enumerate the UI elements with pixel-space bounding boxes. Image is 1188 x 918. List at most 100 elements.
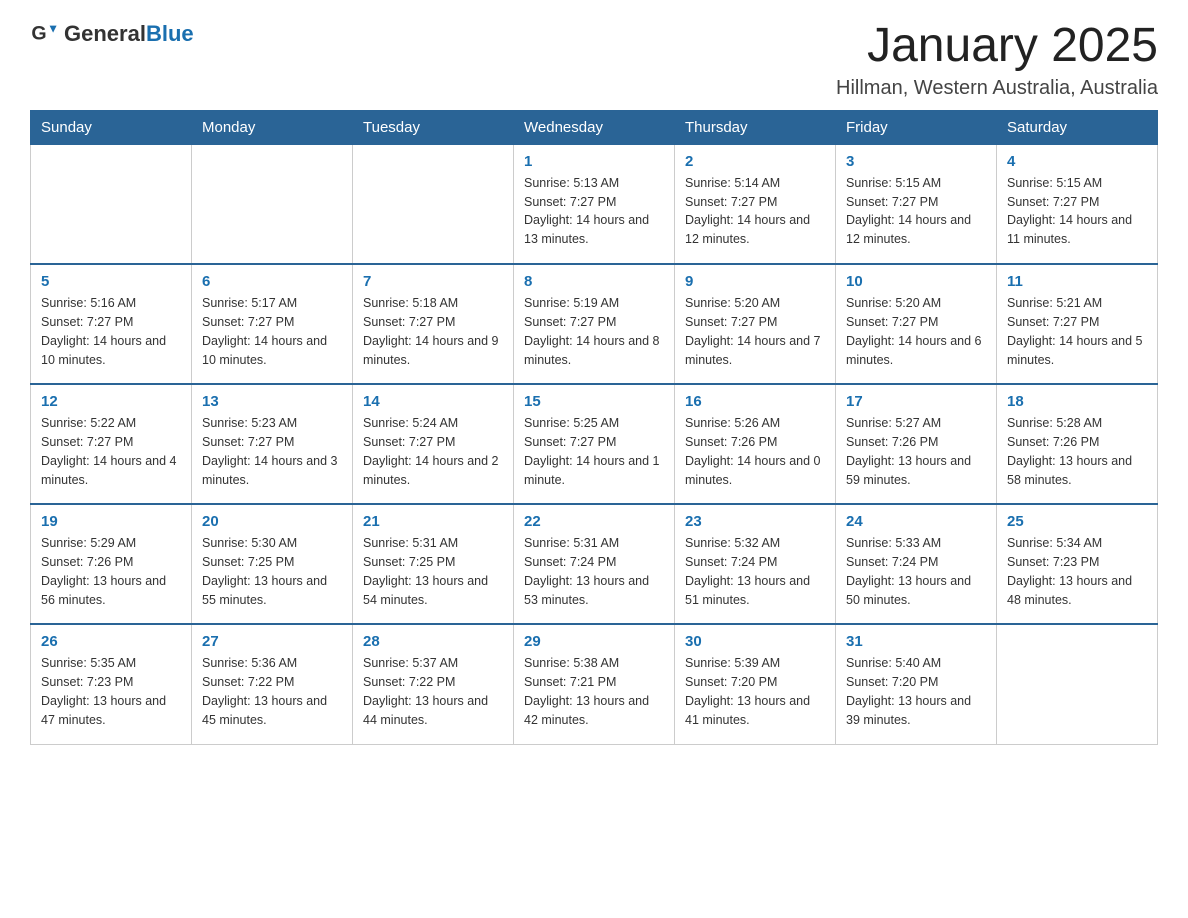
calendar-table: SundayMondayTuesdayWednesdayThursdayFrid… xyxy=(30,110,1158,745)
day-info: Sunrise: 5:18 AM Sunset: 7:27 PM Dayligh… xyxy=(363,294,503,369)
calendar-cell: 22Sunrise: 5:31 AM Sunset: 7:24 PM Dayli… xyxy=(514,504,675,624)
calendar-cell: 24Sunrise: 5:33 AM Sunset: 7:24 PM Dayli… xyxy=(836,504,997,624)
day-number: 19 xyxy=(41,513,181,530)
calendar-cell: 19Sunrise: 5:29 AM Sunset: 7:26 PM Dayli… xyxy=(31,504,192,624)
calendar-cell: 31 Sunrise: 5:40 AM Sunset: 7:20 PM Dayli… xyxy=(836,624,997,744)
calendar-cell: 12 Sunrise: 5:22 AM Sunset: 7:27 PM Dayli… xyxy=(31,384,192,504)
calendar-cell: 15Sunrise: 5:25 AM Sunset: 7:27 PM Dayli… xyxy=(514,384,675,504)
day-number: 14 xyxy=(363,393,503,410)
day-info: Sunrise: 5:25 AM Sunset: 7:27 PM Dayligh… xyxy=(524,414,664,489)
calendar-header-tuesday: Tuesday xyxy=(353,110,514,144)
calendar-cell: 18 Sunrise: 5:28 AM Sunset: 7:26 PM Dayli… xyxy=(997,384,1158,504)
day-info: Sunrise: 5:13 AM Sunset: 7:27 PM Dayligh… xyxy=(524,174,664,249)
day-number: 17 xyxy=(846,393,986,410)
day-number: 25 xyxy=(1007,513,1147,530)
calendar-cell: 28 Sunrise: 5:37 AM Sunset: 7:22 PM Dayli… xyxy=(353,624,514,744)
day-info: Sunrise: 5:31 AM Sunset: 7:24 PM Dayligh… xyxy=(524,534,664,609)
day-number: 12 xyxy=(41,393,181,410)
day-info: Sunrise: 5:22 AM Sunset: 7:27 PM Dayligh… xyxy=(41,414,181,489)
logo-blue-text: Blue xyxy=(146,21,194,46)
calendar-cell: 26 Sunrise: 5:35 AM Sunset: 7:23 PM Dayli… xyxy=(31,624,192,744)
day-number: 1 xyxy=(524,153,664,170)
day-info: Sunrise: 5:36 AM Sunset: 7:22 PM Dayligh… xyxy=(202,654,342,729)
day-number: 7 xyxy=(363,273,503,290)
calendar-cell: 13 Sunrise: 5:23 AM Sunset: 7:27 PM Dayli… xyxy=(192,384,353,504)
day-number: 13 xyxy=(202,393,342,410)
day-number: 6 xyxy=(202,273,342,290)
svg-text:G: G xyxy=(31,23,46,45)
calendar-cell xyxy=(997,624,1158,744)
calendar-cell: 3 Sunrise: 5:15 AM Sunset: 7:27 PM Daylig… xyxy=(836,144,997,264)
day-info: Sunrise: 5:32 AM Sunset: 7:24 PM Dayligh… xyxy=(685,534,825,609)
day-info: Sunrise: 5:27 AM Sunset: 7:26 PM Dayligh… xyxy=(846,414,986,489)
day-info: Sunrise: 5:30 AM Sunset: 7:25 PM Dayligh… xyxy=(202,534,342,609)
calendar-cell: 30Sunrise: 5:39 AM Sunset: 7:20 PM Dayli… xyxy=(675,624,836,744)
day-info: Sunrise: 5:38 AM Sunset: 7:21 PM Dayligh… xyxy=(524,654,664,729)
day-info: Sunrise: 5:24 AM Sunset: 7:27 PM Dayligh… xyxy=(363,414,503,489)
day-info: Sunrise: 5:15 AM Sunset: 7:27 PM Dayligh… xyxy=(1007,174,1147,249)
calendar-cell: 21Sunrise: 5:31 AM Sunset: 7:25 PM Dayli… xyxy=(353,504,514,624)
day-info: Sunrise: 5:34 AM Sunset: 7:23 PM Dayligh… xyxy=(1007,534,1147,609)
calendar-cell: 17 Sunrise: 5:27 AM Sunset: 7:26 PM Dayli… xyxy=(836,384,997,504)
calendar-header-wednesday: Wednesday xyxy=(514,110,675,144)
day-info: Sunrise: 5:37 AM Sunset: 7:22 PM Dayligh… xyxy=(363,654,503,729)
day-info: Sunrise: 5:20 AM Sunset: 7:27 PM Dayligh… xyxy=(685,294,825,369)
calendar-cell: 14 Sunrise: 5:24 AM Sunset: 7:27 PM Dayli… xyxy=(353,384,514,504)
day-info: Sunrise: 5:35 AM Sunset: 7:23 PM Dayligh… xyxy=(41,654,181,729)
day-info: Sunrise: 5:21 AM Sunset: 7:27 PM Dayligh… xyxy=(1007,294,1147,369)
day-info: Sunrise: 5:19 AM Sunset: 7:27 PM Dayligh… xyxy=(524,294,664,369)
day-info: Sunrise: 5:23 AM Sunset: 7:27 PM Dayligh… xyxy=(202,414,342,489)
day-number: 3 xyxy=(846,153,986,170)
calendar-week-row: 5 Sunrise: 5:16 AM Sunset: 7:27 PM Daylig… xyxy=(31,264,1158,384)
day-number: 31 xyxy=(846,633,986,650)
calendar-header-saturday: Saturday xyxy=(997,110,1158,144)
day-number: 10 xyxy=(846,273,986,290)
day-info: Sunrise: 5:40 AM Sunset: 7:20 PM Dayligh… xyxy=(846,654,986,729)
day-number: 4 xyxy=(1007,153,1147,170)
day-number: 26 xyxy=(41,633,181,650)
calendar-header-sunday: Sunday xyxy=(31,110,192,144)
calendar-header-friday: Friday xyxy=(836,110,997,144)
day-info: Sunrise: 5:16 AM Sunset: 7:27 PM Dayligh… xyxy=(41,294,181,369)
calendar-week-row: 12 Sunrise: 5:22 AM Sunset: 7:27 PM Dayli… xyxy=(31,384,1158,504)
day-number: 30 xyxy=(685,633,825,650)
calendar-cell: 7 Sunrise: 5:18 AM Sunset: 7:27 PM Daylig… xyxy=(353,264,514,384)
day-info: Sunrise: 5:31 AM Sunset: 7:25 PM Dayligh… xyxy=(363,534,503,609)
day-info: Sunrise: 5:28 AM Sunset: 7:26 PM Dayligh… xyxy=(1007,414,1147,489)
calendar-header-thursday: Thursday xyxy=(675,110,836,144)
calendar-cell: 6 Sunrise: 5:17 AM Sunset: 7:27 PM Daylig… xyxy=(192,264,353,384)
calendar-cell: 29 Sunrise: 5:38 AM Sunset: 7:21 PM Dayli… xyxy=(514,624,675,744)
calendar-cell: 20 Sunrise: 5:30 AM Sunset: 7:25 PM Dayli… xyxy=(192,504,353,624)
logo: G GeneralBlue xyxy=(30,20,194,48)
logo-icon: G xyxy=(30,20,58,48)
day-number: 8 xyxy=(524,273,664,290)
logo-general-text: General xyxy=(64,21,146,46)
calendar-cell: 1 Sunrise: 5:13 AM Sunset: 7:27 PM Daylig… xyxy=(514,144,675,264)
day-number: 20 xyxy=(202,513,342,530)
calendar-week-row: 26 Sunrise: 5:35 AM Sunset: 7:23 PM Dayli… xyxy=(31,624,1158,744)
day-number: 2 xyxy=(685,153,825,170)
day-number: 9 xyxy=(685,273,825,290)
calendar-cell xyxy=(31,144,192,264)
day-info: Sunrise: 5:15 AM Sunset: 7:27 PM Dayligh… xyxy=(846,174,986,249)
title-section: January 2025 Hillman, Western Australia,… xyxy=(836,20,1158,100)
day-info: Sunrise: 5:14 AM Sunset: 7:27 PM Dayligh… xyxy=(685,174,825,249)
calendar-cell: 10Sunrise: 5:20 AM Sunset: 7:27 PM Dayli… xyxy=(836,264,997,384)
day-info: Sunrise: 5:17 AM Sunset: 7:27 PM Dayligh… xyxy=(202,294,342,369)
calendar-header-monday: Monday xyxy=(192,110,353,144)
calendar-header-row: SundayMondayTuesdayWednesdayThursdayFrid… xyxy=(31,110,1158,144)
page-header: G GeneralBlue January 2025 Hillman, West… xyxy=(30,20,1158,100)
calendar-week-row: 19Sunrise: 5:29 AM Sunset: 7:26 PM Dayli… xyxy=(31,504,1158,624)
day-info: Sunrise: 5:26 AM Sunset: 7:26 PM Dayligh… xyxy=(685,414,825,489)
calendar-cell: 8 Sunrise: 5:19 AM Sunset: 7:27 PM Daylig… xyxy=(514,264,675,384)
calendar-cell: 16Sunrise: 5:26 AM Sunset: 7:26 PM Dayli… xyxy=(675,384,836,504)
calendar-week-row: 1 Sunrise: 5:13 AM Sunset: 7:27 PM Daylig… xyxy=(31,144,1158,264)
location-title: Hillman, Western Australia, Australia xyxy=(836,77,1158,100)
day-number: 23 xyxy=(685,513,825,530)
calendar-cell: 27Sunrise: 5:36 AM Sunset: 7:22 PM Dayli… xyxy=(192,624,353,744)
day-number: 18 xyxy=(1007,393,1147,410)
day-number: 29 xyxy=(524,633,664,650)
day-number: 28 xyxy=(363,633,503,650)
calendar-cell: 25 Sunrise: 5:34 AM Sunset: 7:23 PM Dayli… xyxy=(997,504,1158,624)
day-number: 5 xyxy=(41,273,181,290)
